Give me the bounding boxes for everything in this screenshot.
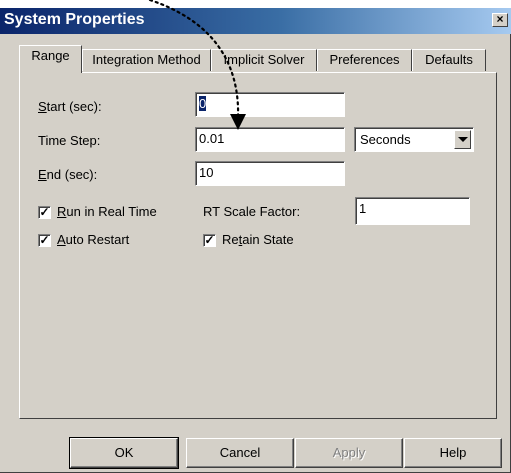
help-button[interactable]: Help (404, 438, 502, 468)
run-realtime-label: Run in Real Time (57, 204, 157, 219)
end-field[interactable]: 10 (195, 161, 345, 186)
annotation-arrow (148, 0, 246, 130)
check-icon: ✓ (39, 205, 50, 219)
cancel-button[interactable]: Cancel (186, 438, 294, 468)
retain-state-label: Retain State (222, 232, 294, 247)
auto-restart-checkbox[interactable]: ✓ (38, 234, 51, 247)
check-icon: ✓ (204, 233, 215, 247)
end-label: End (sec): (38, 167, 98, 182)
check-icon: ✓ (39, 233, 50, 247)
end-value: 10 (199, 165, 214, 180)
apply-button[interactable]: Apply (295, 438, 403, 468)
retain-state-checkbox[interactable]: ✓ (203, 234, 216, 247)
rt-scale-label: RT Scale Factor: (203, 204, 301, 219)
rt-scale-value: 1 (359, 201, 367, 216)
auto-restart-label: Auto Restart (57, 232, 130, 247)
ok-button[interactable]: OK (69, 437, 179, 469)
rt-scale-field[interactable]: 1 (355, 197, 470, 225)
run-realtime-checkbox[interactable]: ✓ (38, 206, 51, 219)
